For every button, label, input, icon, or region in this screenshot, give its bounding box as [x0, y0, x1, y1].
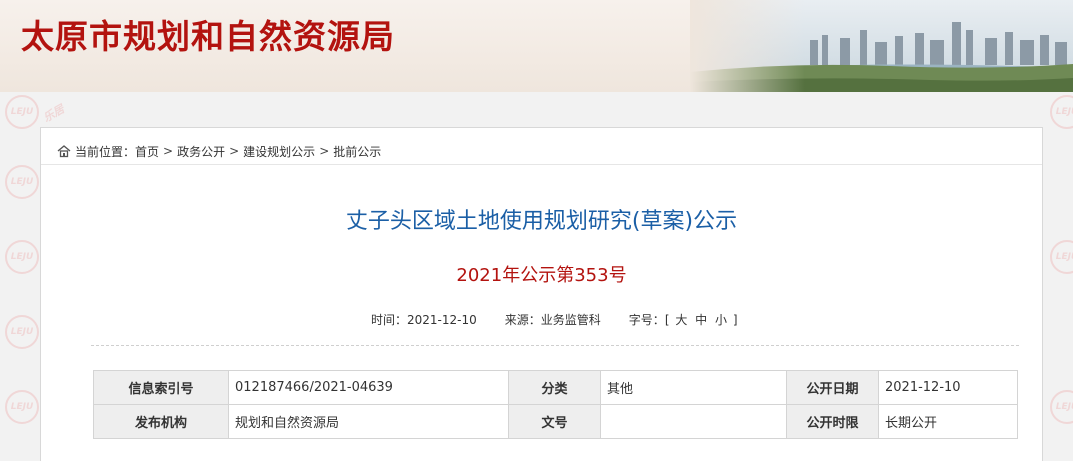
- breadcrumb: 当前位置： 首页 > 政务公开 > 建设规划公示 > 批前公示: [57, 142, 381, 160]
- doc-no-label: 文号: [508, 404, 601, 439]
- breadcrumb-separator: >: [319, 144, 330, 158]
- index-value: 012187466/2021-04639: [228, 370, 509, 405]
- breadcrumb-gov-affairs[interactable]: 政务公开: [177, 143, 225, 160]
- category-value: 其他: [600, 370, 787, 405]
- watermark-logo: LEJU乐居: [5, 95, 67, 129]
- category-label: 分类: [508, 370, 601, 405]
- home-icon: [57, 145, 71, 158]
- watermark-logo: LEJU: [1050, 240, 1073, 274]
- publisher-value: 规划和自然资源局: [228, 404, 509, 439]
- source-label: 来源：: [504, 313, 541, 327]
- watermark-logo: LEJU: [1050, 390, 1073, 424]
- disclosure-period-label: 公开时限: [786, 404, 879, 439]
- watermark-logo: LEJU乐居: [5, 165, 67, 199]
- breadcrumb-separator: >: [229, 144, 240, 158]
- breadcrumb-prefix: 当前位置：: [75, 144, 136, 159]
- source-value: 业务监管科: [540, 313, 601, 327]
- bracket-open: [: [664, 313, 670, 327]
- watermark-logo: LEJU: [1050, 95, 1073, 129]
- font-size-large-link[interactable]: 大: [675, 313, 687, 327]
- article-title: 丈子头区域土地使用规划研究(草案)公示: [345, 209, 738, 234]
- publish-date-value: 2021-12-10: [878, 370, 1018, 405]
- table-row: 发布机构 规划和自然资源局 文号 公开时限 长期公开: [93, 404, 1018, 439]
- content-panel: 当前位置： 首页 > 政务公开 > 建设规划公示 > 批前公示 丈子头区域土地使…: [40, 127, 1043, 461]
- font-size-small-link[interactable]: 小: [715, 313, 727, 327]
- time-value: 2021-12-10: [407, 313, 477, 327]
- site-title[interactable]: 太原市规划和自然资源局: [21, 10, 395, 58]
- watermark-logo: LEJU乐居: [5, 315, 67, 349]
- publish-time: 时间：2021-12-10: [371, 311, 477, 328]
- watermark-logo: LEJU乐居: [5, 390, 67, 424]
- site-header: 太原市规划和自然资源局: [0, 0, 1073, 92]
- time-label: 时间：: [371, 313, 408, 327]
- watermark-logo: LEJU乐居: [5, 240, 67, 274]
- breadcrumb-home[interactable]: 首页: [135, 143, 159, 160]
- font-size-medium-link[interactable]: 中: [695, 313, 707, 327]
- breadcrumb-planning-notice[interactable]: 建设规划公示: [243, 143, 315, 160]
- publish-date-label: 公开日期: [786, 370, 879, 405]
- document-number: 2021年公示第353号: [456, 265, 627, 286]
- index-label: 信息索引号: [93, 370, 229, 405]
- disclosure-period-value: 长期公开: [878, 404, 1018, 439]
- breadcrumb-pre-approval[interactable]: 批前公示: [333, 143, 381, 160]
- divider: [41, 164, 1042, 165]
- article-meta: 时间：2021-12-10 来源：业务监管科 字号：[ 大 中 小 ]: [371, 311, 738, 328]
- info-table: 信息索引号 012187466/2021-04639 分类 其他 公开日期 20…: [93, 370, 1018, 439]
- font-size-label: 字号：: [628, 313, 665, 327]
- breadcrumb-separator: >: [163, 144, 174, 158]
- font-size-control: 字号：[ 大 中 小 ]: [629, 311, 738, 328]
- table-row: 信息索引号 012187466/2021-04639 分类 其他 公开日期 20…: [93, 370, 1018, 405]
- source: 来源：业务监管科: [505, 311, 601, 328]
- publisher-label: 发布机构: [93, 404, 229, 439]
- doc-no-value: [600, 404, 787, 439]
- bracket-close: ]: [732, 313, 738, 327]
- city-skyline-image: [690, 0, 1073, 92]
- dashed-divider: [91, 345, 1019, 346]
